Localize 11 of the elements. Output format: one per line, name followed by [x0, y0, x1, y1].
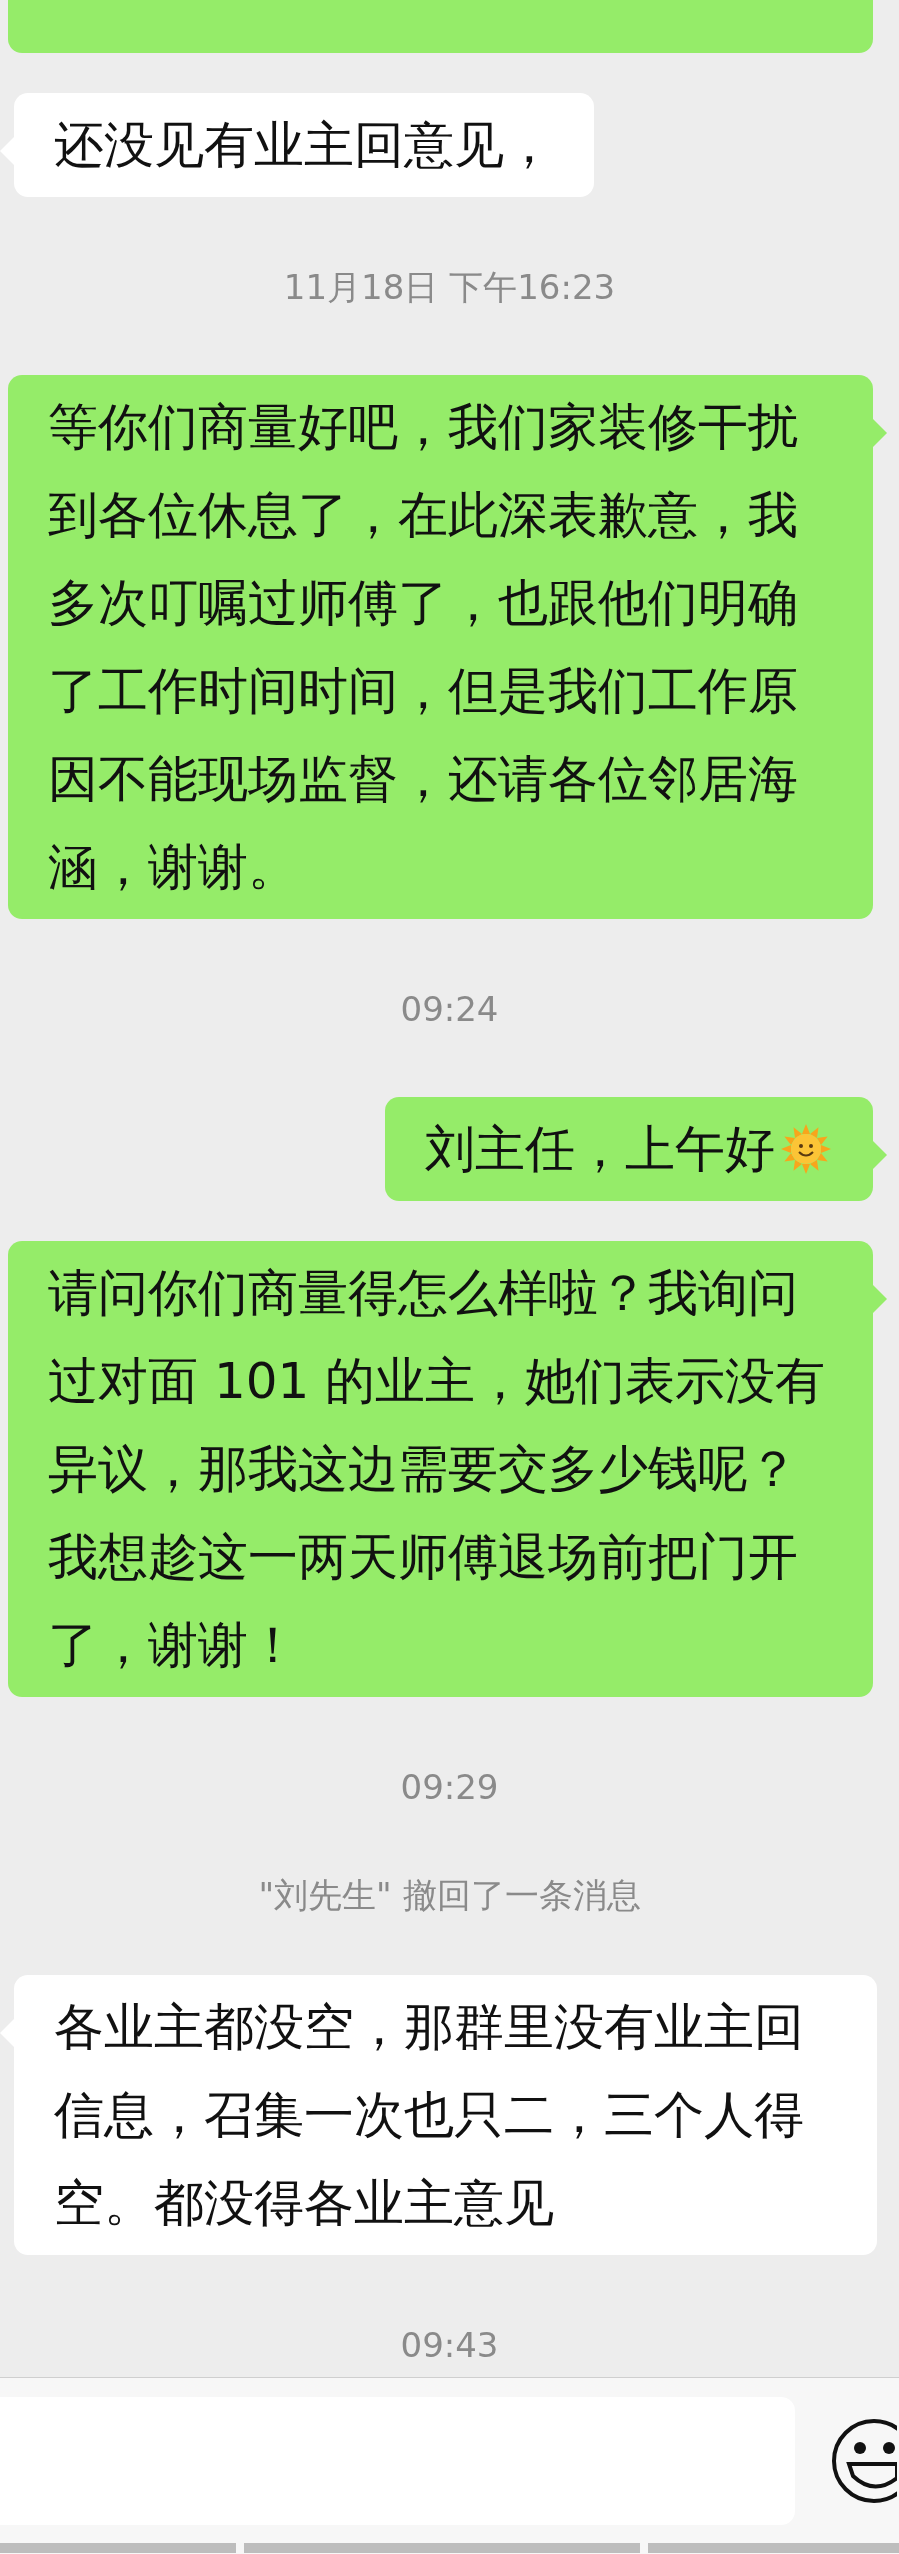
emoji-button-icon[interactable]: [831, 2417, 897, 2504]
message-text: 刘主任，上午好: [425, 1119, 775, 1180]
message-text: 各业主都没空，那群里没有业主回信息，召集一次也只二，三个人得空。都没得各业主意见: [54, 1997, 805, 2234]
message-text: 等你们商量好吧，我们家装修干扰到各位休息了，在此深表歉意，我多次叮嘱过师傅了，也跟他们明确了工作时间时间，但是我们工作原因不能现场监督，还请各位邻居海涵，谢谢。: [48, 397, 799, 898]
timestamp: 09:29: [400, 1767, 499, 1807]
message-text: 还没见有业主回意见，: [54, 115, 554, 176]
timestamp: 11月18日 下午16:23: [283, 267, 616, 307]
message-text: 请问你们商量得怎么样啦？我询问过对面 101 的业主，她们表示没有异议，那我这边需要交多少钱呢？我想趁这一两天师傅退场前把门开了，谢谢！: [48, 1263, 827, 1676]
recall-notice: "刘先生" 撤回了一条消息: [258, 1875, 641, 1915]
timestamp: 09:24: [400, 989, 499, 1029]
timestamp: 09:43: [400, 2325, 499, 2365]
